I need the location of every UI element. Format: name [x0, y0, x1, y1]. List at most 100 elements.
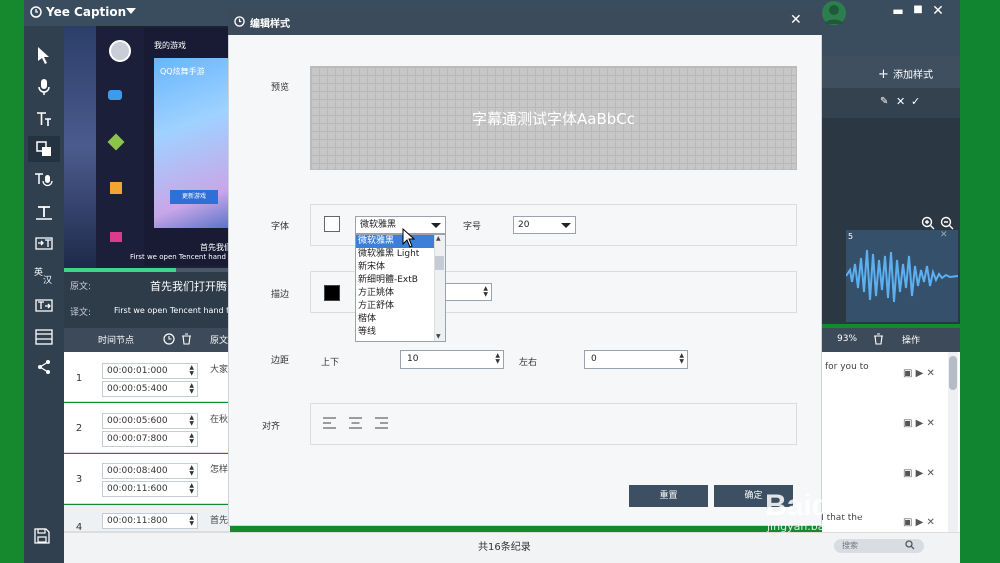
- spinner-icon[interactable]: ▲ ▼: [189, 383, 194, 395]
- dialog-logo-icon: [234, 16, 245, 27]
- font-color-swatch[interactable]: [324, 216, 340, 232]
- spinner-icon[interactable]: ▲ ▼: [189, 365, 194, 377]
- font-option[interactable]: 楷体: [356, 313, 434, 326]
- audio-waveform[interactable]: [845, 230, 959, 322]
- style-actions: ✎ ✕ ✓: [822, 88, 960, 118]
- export-text-icon[interactable]: [28, 292, 60, 318]
- share-icon[interactable]: [28, 354, 60, 380]
- spinner-icon[interactable]: ▲ ▼: [495, 353, 500, 365]
- game-update-button: 更新游戏: [170, 190, 218, 204]
- operations-header: 操作: [902, 336, 921, 346]
- font-option[interactable]: 新细明體-ExtB: [356, 274, 434, 287]
- end-time-input[interactable]: 00:00:05:400 ▲ ▼: [102, 381, 198, 397]
- search-icon[interactable]: [905, 540, 915, 550]
- start-time-input[interactable]: 00:00:11:800 ▲ ▼: [102, 513, 198, 529]
- scroll-down-icon[interactable]: ▼: [436, 333, 441, 340]
- spinner-icon[interactable]: ▲ ▼: [189, 465, 194, 477]
- zoom-percent: 93%: [837, 334, 858, 344]
- zoom-out-icon[interactable]: [940, 216, 954, 230]
- row-source-text[interactable]: 首先: [210, 513, 228, 526]
- zoom-in-icon[interactable]: [921, 216, 935, 230]
- spinner-icon[interactable]: ▲ ▼: [679, 353, 684, 365]
- game-sidebar: [96, 28, 144, 266]
- font-list-scrollbar-thumb[interactable]: [435, 256, 444, 270]
- margin-vertical-input[interactable]: 10 ▲ ▼: [400, 350, 504, 369]
- scroll-up-icon[interactable]: ▲: [436, 235, 441, 242]
- row-source-text[interactable]: 怎样: [210, 462, 228, 475]
- font-option[interactable]: 等线: [356, 326, 434, 339]
- spinner-icon[interactable]: ▲ ▼: [189, 415, 194, 427]
- dropdown-arrow-icon: [561, 223, 571, 228]
- row-source-text[interactable]: 大家: [210, 362, 228, 375]
- row-translation-text[interactable]: for you to: [825, 362, 869, 372]
- stroke-color-swatch[interactable]: [324, 285, 340, 301]
- dialog-header: [228, 10, 822, 35]
- translation-text[interactable]: First we open Tencent hand to: [114, 306, 234, 315]
- dialog-close-icon[interactable]: ✕: [790, 12, 802, 28]
- cursor-tool-icon[interactable]: [28, 42, 60, 68]
- trash-icon[interactable]: [873, 333, 884, 345]
- spinner-icon[interactable]: ▲ ▼: [189, 433, 194, 445]
- chevron-down-icon[interactable]: [126, 8, 136, 14]
- spinner-icon[interactable]: ▲ ▼: [483, 286, 488, 298]
- subtitle-layout-icon[interactable]: [28, 324, 60, 350]
- mouse-cursor-icon: [402, 228, 416, 248]
- minimize-icon[interactable]: ▬: [890, 4, 906, 20]
- text-box-icon[interactable]: [28, 200, 60, 226]
- font-option[interactable]: 微软雅黑 Light: [356, 248, 434, 261]
- font-option[interactable]: 方正姚体: [356, 287, 434, 300]
- start-time-input[interactable]: 00:00:01:000 ▲ ▼: [102, 363, 198, 379]
- segment-close-icon[interactable]: ✕: [940, 230, 948, 240]
- align-left-icon[interactable]: [323, 417, 336, 432]
- import-text-icon[interactable]: [28, 230, 60, 256]
- text-voice-icon[interactable]: [28, 168, 60, 194]
- right-panel-top: [822, 26, 960, 56]
- video-subtitle-en: First we open Tencent hand to: [130, 253, 236, 261]
- start-time-input[interactable]: 00:00:05:600 ▲ ▼: [102, 413, 198, 429]
- preview-label: 预览: [271, 83, 290, 93]
- svg-text:英: 英: [34, 266, 43, 278]
- maximize-icon[interactable]: ■: [910, 4, 926, 20]
- reset-button[interactable]: 重置: [629, 485, 708, 507]
- microphone-icon[interactable]: [28, 74, 60, 100]
- trash-icon[interactable]: [181, 333, 192, 345]
- game-title: 我的游戏: [154, 41, 186, 50]
- align-label: 对齐: [262, 422, 281, 432]
- table-header: [64, 328, 230, 352]
- font-option[interactable]: 新宋体: [356, 261, 434, 274]
- start-time-input[interactable]: 00:00:08:400 ▲ ▼: [102, 463, 198, 479]
- row-source-text[interactable]: 在秋: [210, 412, 228, 425]
- spinner-icon[interactable]: ▲ ▼: [189, 483, 194, 495]
- align-center-icon[interactable]: [349, 417, 362, 432]
- margin-vertical-value: 10: [407, 354, 419, 364]
- clock-icon[interactable]: [163, 333, 175, 345]
- window-close-icon[interactable]: ✕: [930, 3, 946, 19]
- table-scrollbar-thumb[interactable]: [949, 356, 957, 390]
- check-icon[interactable]: ✓: [911, 95, 920, 108]
- font-option[interactable]: 微软雅黑: [356, 235, 434, 248]
- text-tool-icon[interactable]: [28, 106, 60, 132]
- translate-icon[interactable]: 英汉: [28, 262, 60, 288]
- margin-horizontal-input[interactable]: 0 ▲ ▼: [584, 350, 688, 369]
- delete-icon[interactable]: ✕: [896, 95, 905, 108]
- user-avatar[interactable]: [822, 1, 846, 25]
- font-list-scrollbar[interactable]: [434, 235, 445, 341]
- row-operations[interactable]: ▣ ▶ ✕: [903, 368, 935, 379]
- align-right-icon[interactable]: [375, 417, 388, 432]
- save-icon[interactable]: [34, 528, 50, 544]
- font-option[interactable]: 方正舒体: [356, 300, 434, 313]
- add-style-button[interactable]: + 添加样式: [878, 66, 933, 82]
- row-operations[interactable]: ▣ ▶ ✕: [903, 418, 935, 429]
- source-text[interactable]: 首先我们打开腾: [150, 278, 227, 294]
- left-toolbar: 英汉: [24, 26, 64, 563]
- font-select[interactable]: 微软雅黑: [355, 216, 446, 234]
- end-time-input[interactable]: 00:00:11:600 ▲ ▼: [102, 481, 198, 497]
- size-select[interactable]: 20: [513, 216, 576, 234]
- end-time-input[interactable]: 00:00:07:800 ▲ ▼: [102, 431, 198, 447]
- start-time-value: 00:00:01:000: [107, 366, 168, 376]
- style-tool-icon[interactable]: [28, 136, 60, 162]
- spinner-icon[interactable]: ▲ ▼: [189, 515, 194, 527]
- edit-icon[interactable]: ✎: [880, 96, 888, 107]
- margin-horizontal-label: 左右: [519, 358, 538, 368]
- app-title: Yee Caption: [46, 5, 127, 19]
